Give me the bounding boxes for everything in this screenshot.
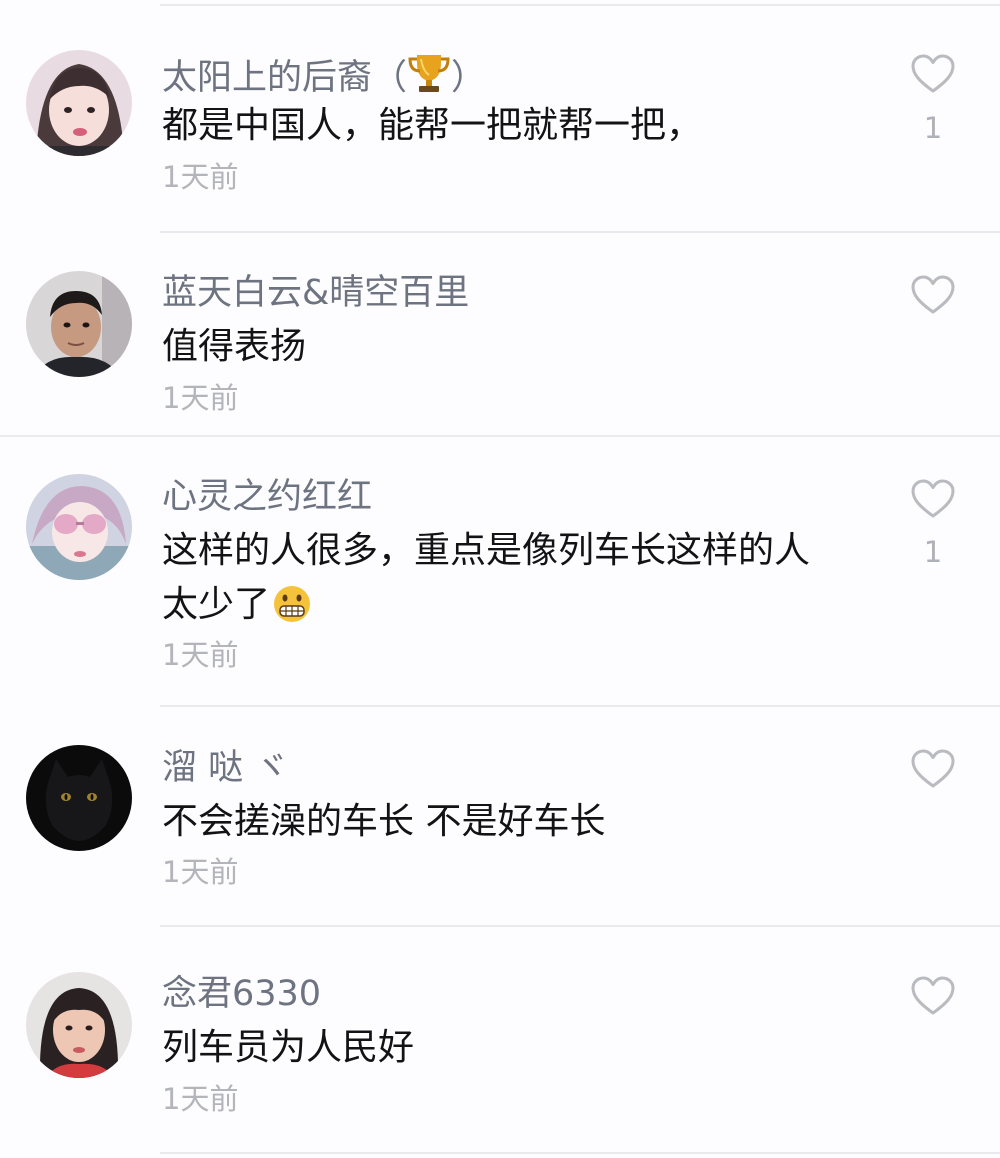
like-count: 1 bbox=[923, 535, 943, 569]
username[interactable]: 太阳上的后裔（） bbox=[162, 51, 486, 104]
comment-text-line: 这样的人很多，重点是像列车长这样的人 bbox=[162, 530, 811, 571]
timestamp: 1天前 bbox=[162, 855, 239, 889]
comment-text: 都是中国人，能帮一把就帮一把， bbox=[162, 105, 703, 146]
grimacing-face-emoji bbox=[272, 584, 312, 640]
black-cat-avatar bbox=[26, 745, 132, 851]
avatar[interactable] bbox=[26, 50, 132, 156]
heart-icon bbox=[911, 749, 955, 788]
comment-text: 不会搓澡的车长 不是好车长 bbox=[162, 801, 606, 842]
timestamp: 1天前 bbox=[162, 1082, 239, 1116]
username[interactable]: 念君6330 bbox=[162, 974, 321, 1014]
avatar[interactable] bbox=[26, 474, 132, 580]
woman-portrait-avatar bbox=[26, 972, 132, 1078]
username[interactable]: 溜 哒 ヾ bbox=[162, 748, 289, 788]
trophy-icon bbox=[407, 51, 451, 104]
separator bbox=[160, 705, 1000, 707]
girl-portrait-avatar bbox=[26, 50, 132, 156]
timestamp: 1天前 bbox=[162, 381, 239, 415]
timestamp: 1天前 bbox=[162, 638, 239, 672]
man-portrait-avatar bbox=[26, 271, 132, 377]
like-button[interactable] bbox=[910, 975, 956, 1017]
separator bbox=[160, 1152, 1000, 1154]
like-button[interactable] bbox=[910, 478, 956, 520]
comment-text: 列车员为人民好 bbox=[162, 1027, 415, 1068]
avatar[interactable] bbox=[26, 271, 132, 377]
separator bbox=[160, 231, 1000, 233]
sunglasses-portrait-avatar bbox=[26, 474, 132, 580]
avatar[interactable] bbox=[26, 745, 132, 851]
heart-icon bbox=[911, 976, 955, 1015]
like-button[interactable] bbox=[910, 274, 956, 316]
comment-list: 太阳上的后裔（） 都是中国人，能帮一把就帮一把， 1天前 1 蓝天白云&晴空百里 bbox=[0, 0, 1000, 1158]
heart-icon bbox=[911, 54, 955, 93]
separator bbox=[0, 435, 1000, 437]
like-count: 1 bbox=[923, 111, 943, 145]
timestamp: 1天前 bbox=[162, 160, 239, 194]
username[interactable]: 蓝天白云&晴空百里 bbox=[162, 273, 469, 313]
like-button[interactable] bbox=[910, 53, 956, 95]
separator bbox=[160, 925, 1000, 927]
comment-text: 值得表扬 bbox=[162, 326, 307, 367]
heart-icon bbox=[911, 275, 955, 314]
comment-text-line: 太少了 bbox=[162, 578, 312, 640]
heart-icon bbox=[911, 479, 955, 518]
separator bbox=[160, 4, 1000, 6]
username[interactable]: 心灵之约红红 bbox=[162, 477, 372, 517]
like-button[interactable] bbox=[910, 748, 956, 790]
avatar[interactable] bbox=[26, 972, 132, 1078]
